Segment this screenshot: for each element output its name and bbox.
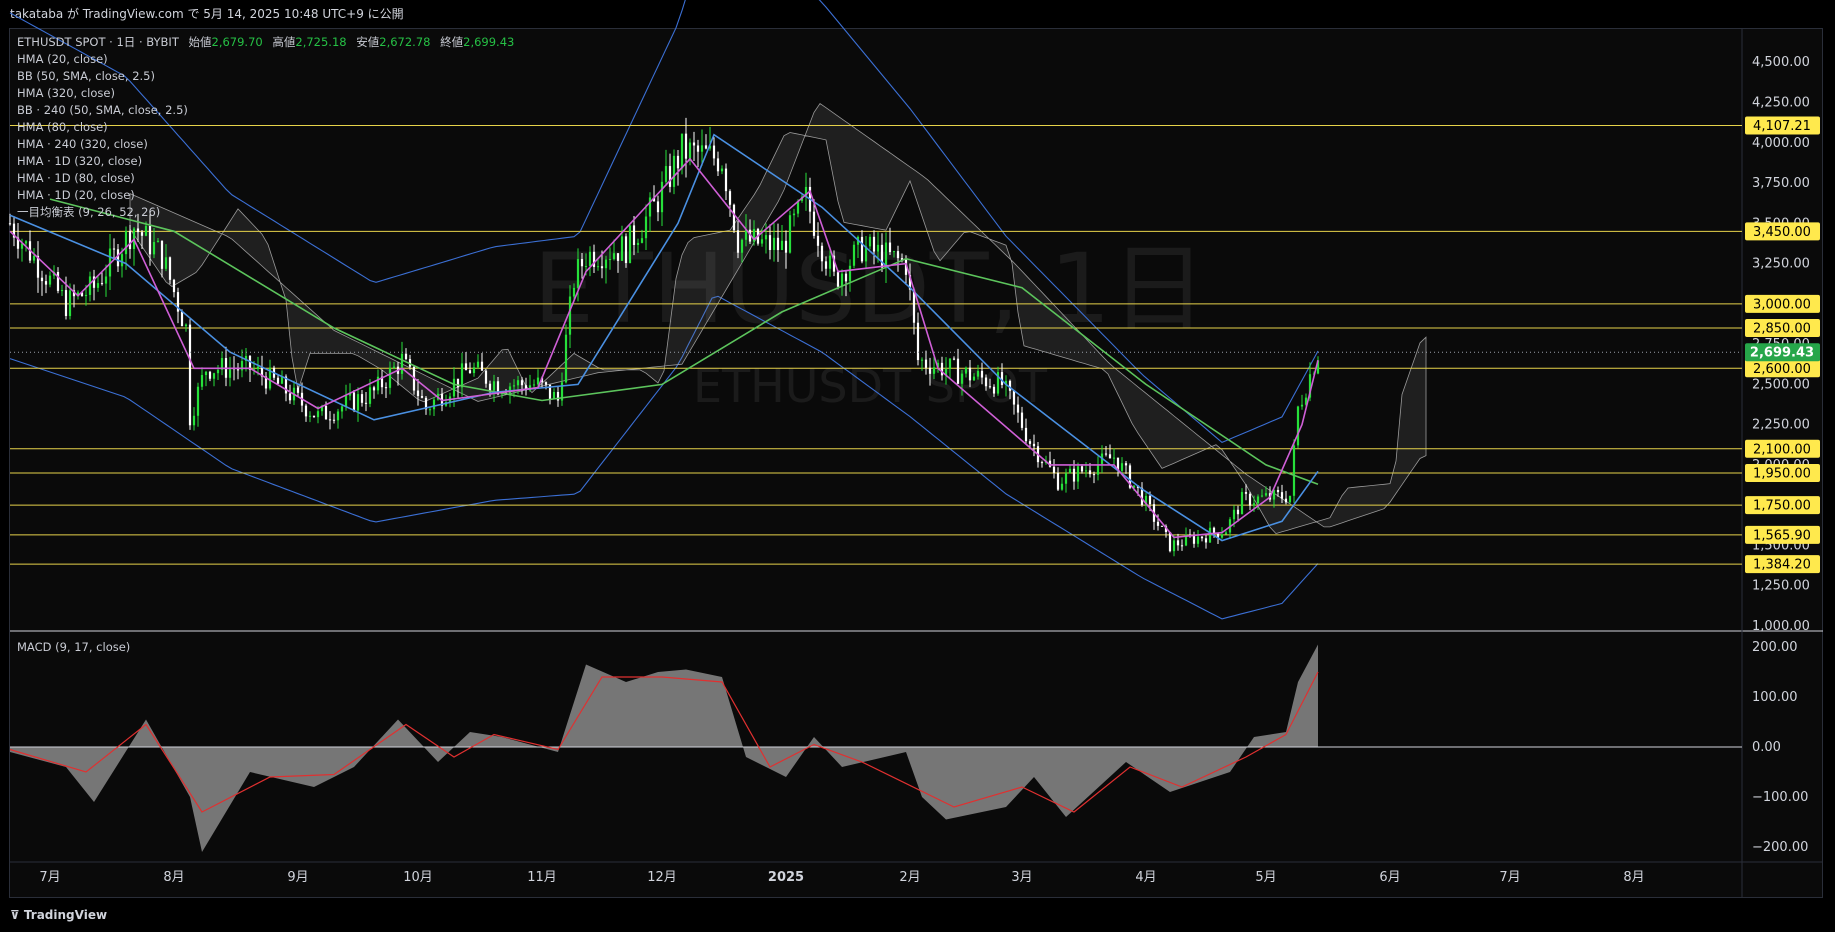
- high-label: 高値: [272, 35, 296, 49]
- high-value: 2,725.18: [295, 35, 347, 49]
- close-value: 2,699.43: [463, 35, 515, 49]
- indicator-legend-item[interactable]: BB · 240 (50, SMA, close, 2.5): [17, 102, 514, 119]
- indicator-legend-item[interactable]: BB (50, SMA, close, 2.5): [17, 68, 514, 85]
- indicator-legend-item[interactable]: HMA · 1D (320, close): [17, 153, 514, 170]
- chart-legend: ETHUSDT SPOT · 1日 · BYBIT 始値2,679.70 高値2…: [17, 34, 514, 221]
- low-label: 安値: [356, 35, 380, 49]
- brand-label[interactable]: TradingView: [24, 908, 107, 922]
- indicator-legend-item[interactable]: 一目均衡表 (9, 26, 52, 26): [17, 204, 514, 221]
- ohlc-row: ETHUSDT SPOT · 1日 · BYBIT 始値2,679.70 高値2…: [17, 34, 514, 51]
- publish-header: takataba が TradingView.com で 5月 14, 2025…: [0, 0, 1835, 28]
- indicator-legend-item[interactable]: HMA · 1D (20, close): [17, 187, 514, 204]
- indicator-legend-item[interactable]: HMA · 1D (80, close): [17, 170, 514, 187]
- indicator-legend-item[interactable]: HMA (80, close): [17, 119, 514, 136]
- indicator-legend-item[interactable]: HMA (320, close): [17, 85, 514, 102]
- symbol-label[interactable]: ETHUSDT SPOT · 1日 · BYBIT: [17, 35, 179, 49]
- footer: ⊽ TradingView: [0, 898, 1835, 932]
- close-label: 終値: [440, 35, 464, 49]
- indicator-legend-item[interactable]: HMA (20, close): [17, 51, 514, 68]
- macd-legend[interactable]: MACD (9, 17, close): [17, 640, 130, 654]
- indicator-legend-item[interactable]: HMA · 240 (320, close): [17, 136, 514, 153]
- open-value: 2,679.70: [211, 35, 263, 49]
- open-label: 始値: [188, 35, 212, 49]
- low-value: 2,672.78: [379, 35, 431, 49]
- tradingview-logo-icon: ⊽: [10, 908, 24, 922]
